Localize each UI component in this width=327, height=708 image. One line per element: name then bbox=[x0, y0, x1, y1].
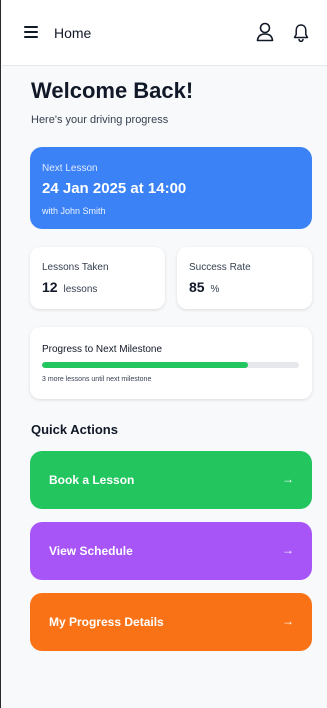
page-title: Home bbox=[54, 25, 92, 41]
milestone-label: Progress to Next Milestone bbox=[42, 344, 163, 355]
lessons-taken-value: 12 bbox=[42, 279, 58, 295]
view-schedule-label: View Schedule bbox=[49, 544, 133, 558]
arrow-right-icon: → bbox=[282, 472, 294, 486]
success-rate-value: 85 bbox=[189, 279, 205, 295]
hamburger-menu-icon[interactable] bbox=[24, 26, 38, 38]
success-rate-stat: 85 % bbox=[189, 279, 219, 295]
book-lesson-label: Book a Lesson bbox=[49, 473, 135, 487]
milestone-progress-fill bbox=[42, 362, 248, 368]
next-lesson-label: Next Lesson bbox=[42, 163, 98, 174]
quick-actions-heading: Quick Actions bbox=[31, 422, 118, 437]
book-lesson-button[interactable]: Book a Lesson → bbox=[30, 451, 312, 509]
milestone-note: 3 more lessons until next milestone bbox=[42, 376, 152, 383]
top-header: Home bbox=[2, 0, 327, 66]
lessons-taken-label: Lessons Taken bbox=[42, 262, 109, 273]
user-icon[interactable] bbox=[256, 22, 274, 42]
lessons-taken-stat: 12 lessons bbox=[42, 279, 97, 295]
success-rate-card: Success Rate 85 % bbox=[177, 247, 312, 309]
next-lesson-card[interactable]: Next Lesson 24 Jan 2025 at 14:00 with Jo… bbox=[30, 147, 312, 229]
milestone-progress-card: Progress to Next Milestone 3 more lesson… bbox=[30, 327, 312, 399]
bell-icon[interactable] bbox=[293, 23, 309, 43]
progress-details-label: My Progress Details bbox=[49, 615, 164, 629]
lessons-taken-unit: lessons bbox=[63, 284, 98, 295]
app-frame: Home Welcome Back! Here's your driving p… bbox=[0, 0, 327, 708]
view-schedule-button[interactable]: View Schedule → bbox=[30, 522, 312, 580]
progress-details-button[interactable]: My Progress Details → bbox=[30, 593, 312, 651]
success-rate-unit: % bbox=[210, 284, 220, 295]
lessons-taken-card: Lessons Taken 12 lessons bbox=[30, 247, 165, 309]
next-lesson-datetime: 24 Jan 2025 at 14:00 bbox=[42, 180, 187, 197]
arrow-right-icon: → bbox=[282, 614, 294, 628]
next-lesson-instructor: with John Smith bbox=[42, 206, 106, 216]
welcome-heading: Welcome Back! bbox=[31, 78, 194, 103]
success-rate-label: Success Rate bbox=[189, 262, 251, 273]
arrow-right-icon: → bbox=[282, 543, 294, 557]
milestone-progress-track bbox=[42, 362, 299, 368]
welcome-subtitle: Here's your driving progress bbox=[31, 114, 169, 126]
